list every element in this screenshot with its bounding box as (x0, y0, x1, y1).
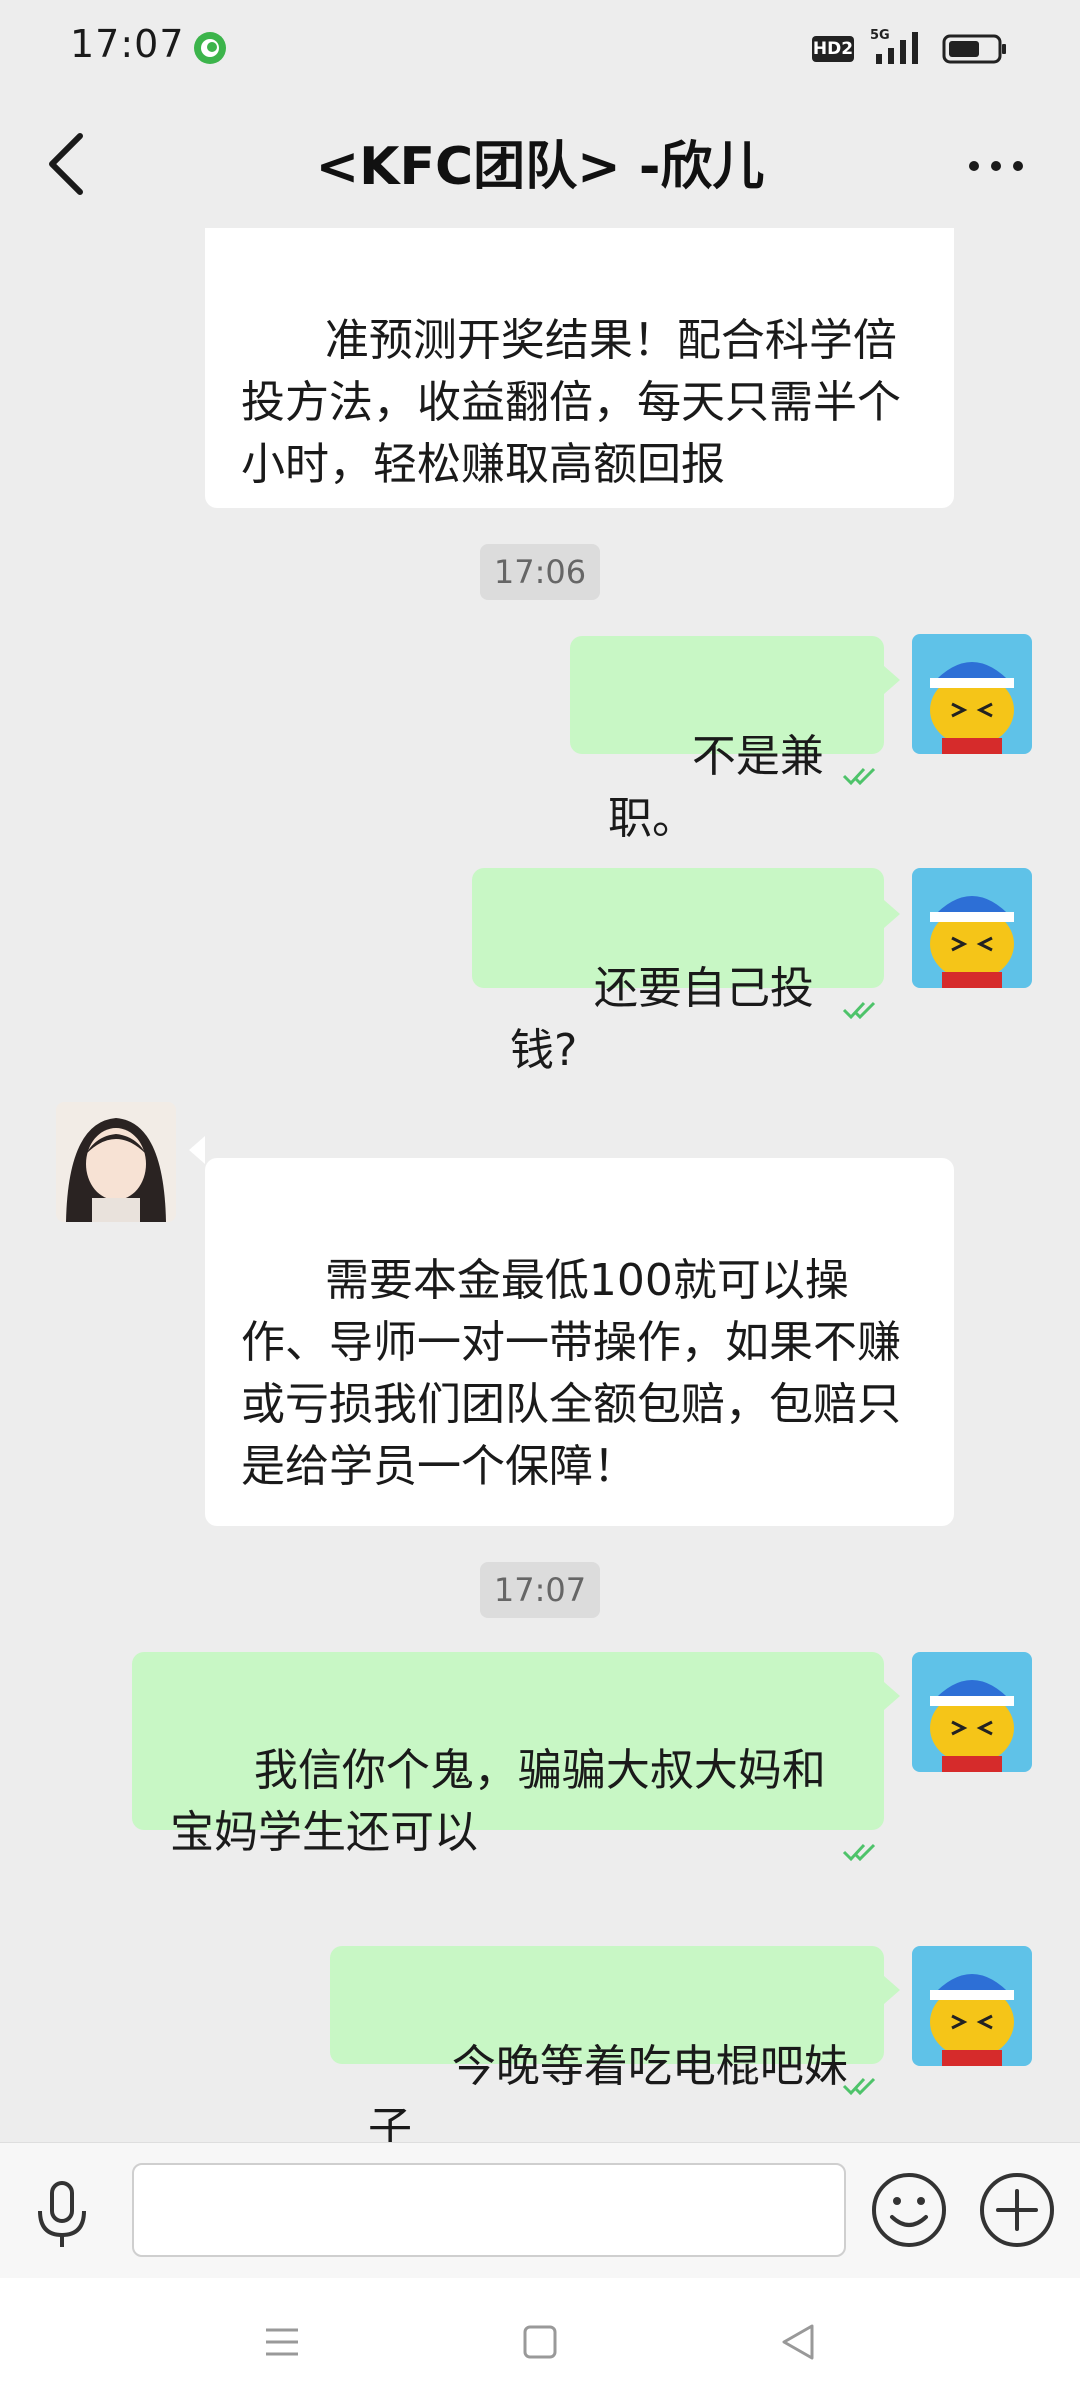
status-time: 17:07 (70, 22, 185, 66)
signal-5g-icon: 5G (870, 28, 918, 64)
message-text: 我信你个鬼，骗骗大叔大妈和宝妈学生还可以 (170, 1745, 826, 1858)
message-input[interactable] (132, 2163, 846, 2257)
nav-back-icon[interactable] (778, 2320, 818, 2364)
back-arrow-icon[interactable] (40, 128, 96, 200)
message-text: 还要自己投钱? (510, 963, 814, 1076)
message-text: 不是兼职。 (608, 731, 824, 844)
bubble-tail (884, 666, 900, 694)
battery-icon (942, 34, 1006, 64)
chat-screen: 17:07 HD2 5G <KFC团队> -欣儿 准预测开奖结果！配合科学倍投方… (0, 0, 1080, 2408)
outgoing-message-bubble[interactable]: 今晚等着吃电棍吧妹子 (330, 1946, 884, 2142)
outgoing-message-bubble[interactable]: 不是兼职。 (570, 636, 884, 844)
app-notification-icon (194, 32, 226, 64)
incoming-message-bubble[interactable]: 准预测开奖结果！配合科学倍投方法，收益翻倍，每天只需半个小时，轻松赚取高额回报 (205, 228, 954, 508)
outgoing-message-bubble[interactable]: 还要自己投钱? (472, 868, 884, 1076)
my-avatar[interactable] (912, 1652, 1032, 1772)
message-timestamp: 17:06 (480, 544, 600, 600)
read-check-icon (842, 767, 876, 786)
bubble-tail (884, 1682, 900, 1710)
chat-title: <KFC团队> -欣儿 (315, 137, 765, 197)
bubble-tail (884, 900, 900, 928)
read-check-icon (842, 1843, 876, 1862)
more-options-icon[interactable] (966, 158, 1026, 174)
bubble-tail (884, 1976, 900, 2004)
read-check-icon (842, 2077, 876, 2096)
plus-icon[interactable] (978, 2171, 1056, 2249)
incoming-message-bubble[interactable]: 需要本金最低100就可以操作、导师一对一带操作，如果不赚或亏损我们团队全额包赔，… (205, 1158, 954, 1526)
svg-text:5G: 5G (870, 28, 890, 43)
my-avatar[interactable] (912, 1946, 1032, 2066)
chat-header: <KFC团队> -欣儿 (0, 96, 1080, 228)
message-timestamp: 17:07 (480, 1562, 600, 1618)
contact-avatar[interactable] (56, 1102, 176, 1222)
message-input-bar (0, 2142, 1080, 2279)
my-avatar[interactable] (912, 868, 1032, 988)
microphone-icon[interactable] (30, 2179, 94, 2251)
message-text: 今晚等着吃电棍吧妹子 (368, 2041, 848, 2142)
system-navigation-bar (0, 2278, 1080, 2408)
outgoing-message-bubble[interactable]: 我信你个鬼，骗骗大叔大妈和宝妈学生还可以 (132, 1652, 884, 1858)
bubble-tail (189, 1136, 205, 1164)
message-list[interactable]: 准预测开奖结果！配合科学倍投方法，收益翻倍，每天只需半个小时，轻松赚取高额回报 … (0, 228, 1080, 2142)
home-icon[interactable] (522, 2322, 558, 2362)
emoji-icon[interactable] (870, 2171, 948, 2249)
my-avatar[interactable] (912, 634, 1032, 754)
hd-voice-badge: HD2 (812, 36, 854, 62)
message-text: 准预测开奖结果！配合科学倍投方法，收益翻倍，每天只需半个小时，轻松赚取高额回报 (241, 315, 901, 490)
read-check-icon (842, 1001, 876, 1020)
message-text: 需要本金最低100就可以操作、导师一对一带操作，如果不赚或亏损我们团队全额包赔，… (241, 1255, 901, 1492)
status-bar: 17:07 HD2 5G (0, 0, 1080, 96)
recent-apps-icon[interactable] (262, 2322, 302, 2362)
